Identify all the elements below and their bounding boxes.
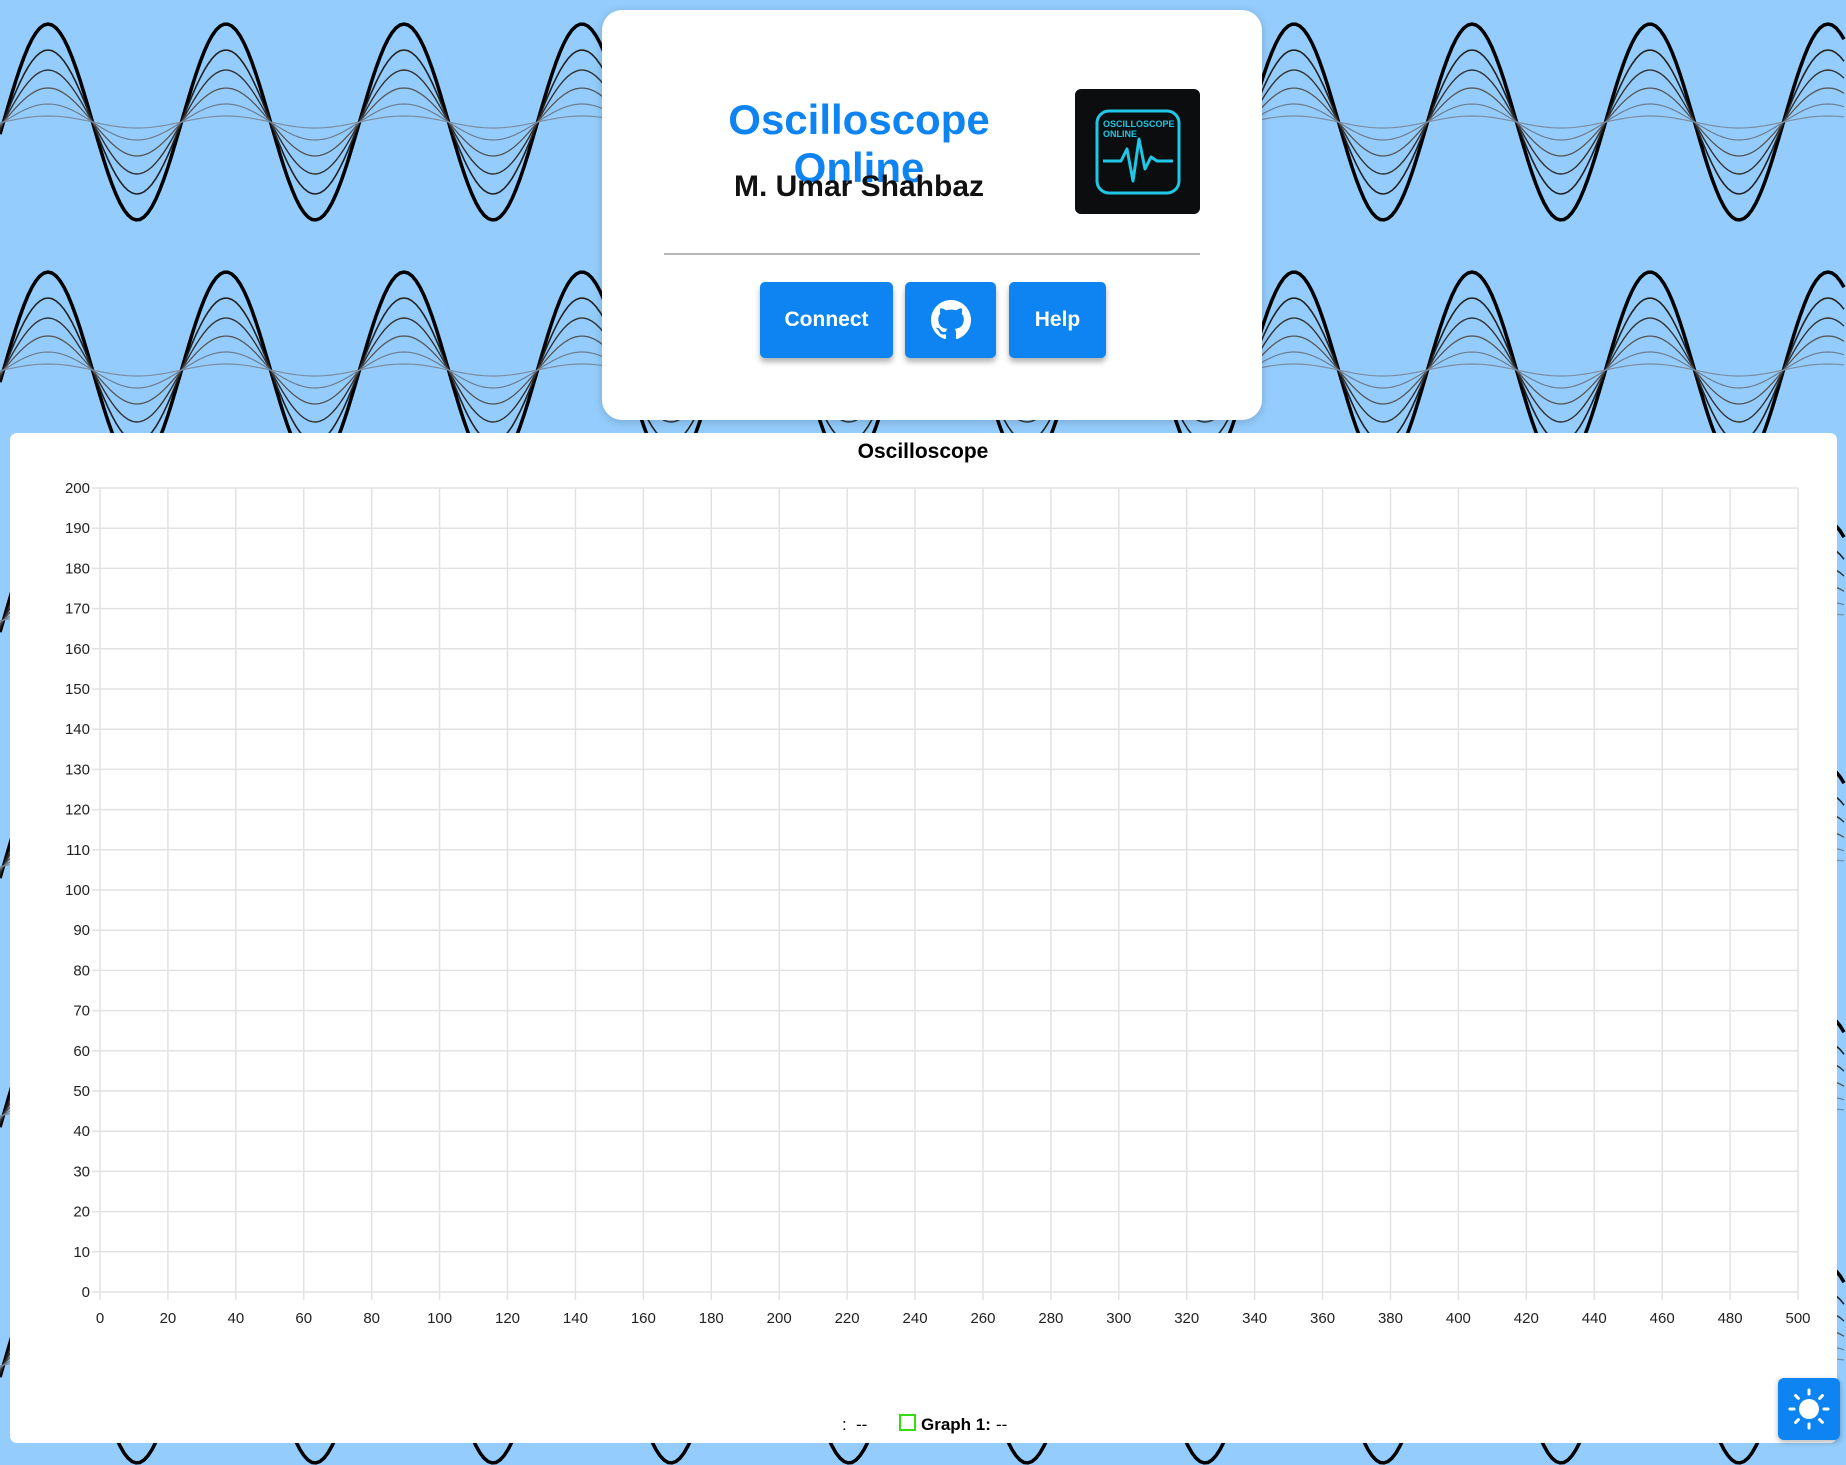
y-tick-label: 90: [73, 922, 90, 939]
author-name: M. Umar Shahbaz: [733, 170, 985, 203]
x-tick-label: 0: [96, 1310, 104, 1327]
x-tick-label: 460: [1650, 1310, 1675, 1327]
y-tick-label: 40: [73, 1123, 90, 1140]
oscilloscope-chart: Oscilloscope 0 20 40 60 80 100 120 140 160 180 200 2…: [10, 433, 1837, 1443]
x-tick-label: 220: [835, 1310, 860, 1327]
chart-title: Oscilloscope: [858, 440, 989, 463]
header-divider: [664, 253, 1200, 255]
chart-canvas: Oscilloscope0 20 40 60 80 100 120 140 160 180 200 2…: [65, 440, 1811, 1434]
y-tick-label: 80: [73, 962, 90, 979]
y-tick-label: 140: [65, 721, 90, 738]
header-card: Oscilloscope Online M. Umar Shahbaz OSCI…: [602, 10, 1262, 420]
y-tick-label: 100: [65, 882, 90, 899]
x-tick-label: 80: [363, 1310, 380, 1327]
x-tick-label: 100: [427, 1310, 452, 1327]
x-tick-label: 320: [1174, 1310, 1199, 1327]
y-tick-label: 120: [65, 802, 90, 819]
x-tick-label: 120: [495, 1310, 520, 1327]
x-tick-label: 480: [1718, 1310, 1743, 1327]
x-tick-label: 140: [563, 1310, 588, 1327]
logo-text-line2: ONLINE: [1103, 129, 1137, 139]
legend-color-swatch[interactable]: [899, 1414, 916, 1431]
y-tick-label: 50: [73, 1083, 90, 1100]
help-button-label: Help: [1034, 308, 1081, 331]
y-tick-label: 20: [73, 1204, 90, 1221]
y-tick-label: 110: [66, 842, 90, 859]
y-tick-label: 190: [65, 520, 90, 537]
x-tick-label: 500: [1785, 1310, 1810, 1327]
y-tick-label: 60: [73, 1043, 90, 1060]
y-tick-label: 130: [65, 761, 90, 778]
logo-text-line1: OSCILLOSCOPE: [1103, 119, 1175, 129]
help-button[interactable]: Help: [1009, 282, 1106, 358]
y-tick-label: 180: [65, 560, 90, 577]
y-tick-label: 160: [65, 641, 90, 658]
x-tick-label: 440: [1582, 1310, 1607, 1327]
y-tick-label: 150: [65, 681, 90, 698]
x-tick-label: 20: [160, 1310, 177, 1327]
y-tick-label: 70: [73, 1003, 90, 1020]
theme-toggle-button[interactable]: [1778, 1378, 1840, 1440]
x-tick-label: 400: [1446, 1310, 1471, 1327]
legend-item-1-label[interactable]: Graph 1:: [921, 1415, 991, 1434]
github-icon: [930, 300, 971, 340]
y-tick-label: 30: [73, 1163, 90, 1180]
x-tick-label: 240: [903, 1310, 928, 1327]
sun-icon: [1788, 1388, 1830, 1430]
x-tick-label: 300: [1106, 1310, 1131, 1327]
x-tick-label: 340: [1242, 1310, 1267, 1327]
y-tick-label: 200: [65, 480, 90, 497]
connect-button-label: Connect: [784, 308, 869, 331]
x-tick-label: 380: [1378, 1310, 1403, 1327]
y-tick-label: 170: [65, 601, 90, 618]
legend-item-0-value: --: [856, 1415, 867, 1434]
connect-button[interactable]: Connect: [760, 282, 893, 358]
x-tick-label: 260: [970, 1310, 995, 1327]
x-tick-label: 200: [767, 1310, 792, 1327]
legend-item-0-label: :: [842, 1415, 847, 1434]
x-tick-label: 40: [227, 1310, 244, 1327]
app-logo: OSCILLOSCOPE ONLINE: [1075, 89, 1200, 214]
x-tick-label: 180: [699, 1310, 724, 1327]
legend-item-1-value: --: [996, 1415, 1007, 1434]
x-tick-label: 60: [295, 1310, 312, 1327]
x-tick-label: 160: [631, 1310, 656, 1327]
github-button[interactable]: [905, 282, 996, 358]
x-tick-label: 280: [1038, 1310, 1063, 1327]
y-tick-label: 0: [82, 1284, 90, 1301]
x-tick-label: 360: [1310, 1310, 1335, 1327]
x-tick-label: 420: [1514, 1310, 1539, 1327]
y-tick-label: 10: [73, 1244, 90, 1261]
